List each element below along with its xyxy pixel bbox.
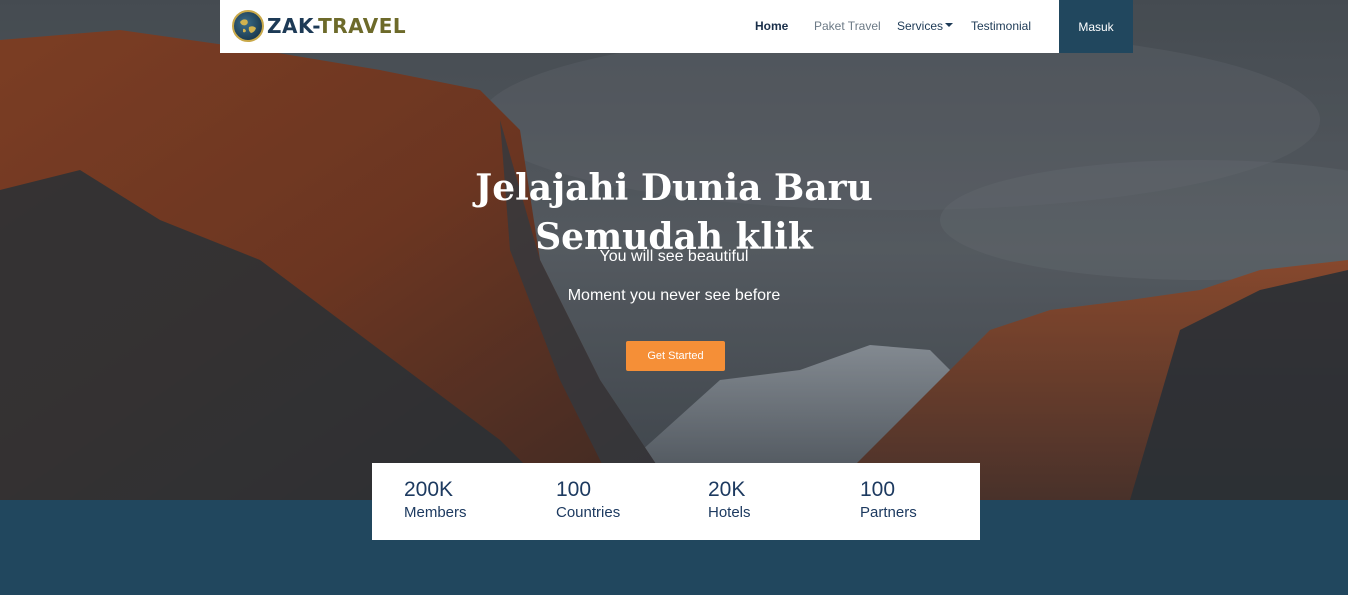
brand-name: ZAK-TRAVEL xyxy=(267,14,407,38)
brand-logo-link[interactable]: ZAK-TRAVEL xyxy=(232,10,406,42)
hero-title-line1: Jelajahi Dunia Baru xyxy=(475,167,873,210)
stat-value: 200K xyxy=(404,478,454,501)
caret-down-icon xyxy=(945,23,954,28)
nav-item-services-label: Services xyxy=(897,19,944,33)
stat-countries: 100 Countries xyxy=(556,478,620,523)
stat-members: 200K Members xyxy=(404,478,467,523)
stat-label: Hotels xyxy=(708,504,751,521)
nav-item-paket-travel[interactable]: Paket Travel xyxy=(814,19,881,33)
stat-value: 100 xyxy=(556,478,592,501)
stat-label: Members xyxy=(404,504,467,521)
stat-label: Countries xyxy=(556,504,621,521)
stat-partners: 100 Partners xyxy=(860,478,917,523)
nav-item-home[interactable]: Home xyxy=(755,19,788,33)
nav-item-testimonial[interactable]: Testimonial xyxy=(971,19,1031,33)
stat-hotels: 20K Hotels xyxy=(708,478,751,523)
get-started-button[interactable]: Get Started xyxy=(626,341,725,371)
login-button[interactable]: Masuk xyxy=(1059,0,1133,53)
stats-card: 200K Members 100 Countries 20K Hotels 10… xyxy=(372,463,980,540)
navbar: ZAK-TRAVEL Home Paket Travel Services Te… xyxy=(220,0,1133,53)
stat-value: 20K xyxy=(708,478,746,501)
stat-value: 100 xyxy=(860,478,896,501)
nav-item-services[interactable]: Services xyxy=(897,19,954,33)
hero-subtitle-line2: Moment you never see before xyxy=(567,287,781,304)
stat-label: Partners xyxy=(860,504,917,521)
hero-subtitle-line1: You will see beautiful xyxy=(599,248,749,265)
globe-icon xyxy=(232,10,264,42)
